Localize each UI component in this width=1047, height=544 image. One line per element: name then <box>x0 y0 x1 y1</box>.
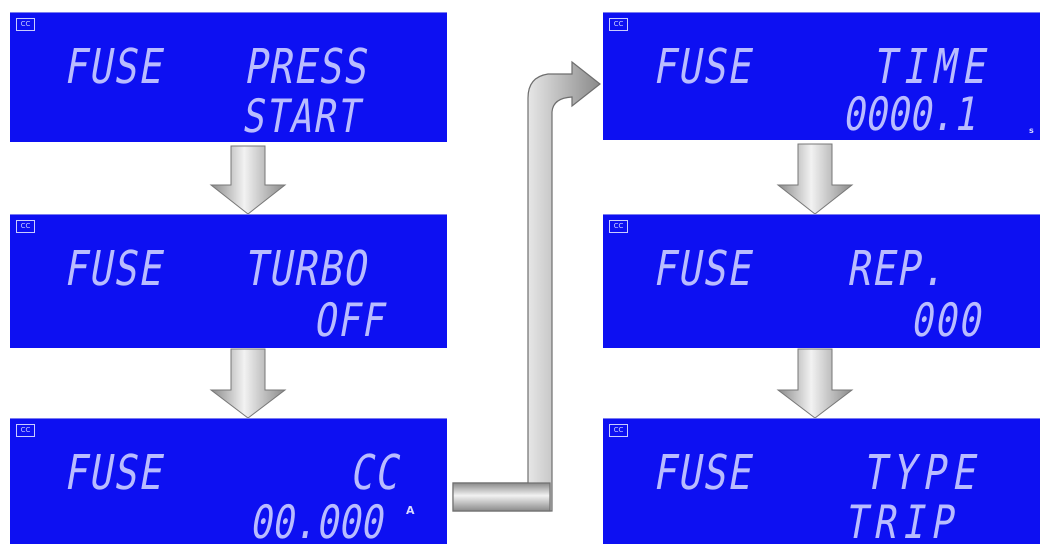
unit-label: A <box>406 504 415 517</box>
down-arrow-4 <box>776 348 854 419</box>
line1-text: TURBO <box>241 241 375 297</box>
mode-text: FUSE <box>650 241 760 297</box>
lcd-panel-type: CC FUSE TYPE TRIP <box>603 418 1040 544</box>
cc-badge: CC <box>16 424 35 437</box>
connector-arrow <box>452 60 601 512</box>
cc-badge: CC <box>16 220 35 233</box>
mode-text: FUSE <box>650 445 760 501</box>
line2-text: START <box>239 89 368 142</box>
line1-text: TYPE <box>860 445 989 501</box>
connector-arrow-foot <box>452 482 551 512</box>
cc-badge: CC <box>609 18 628 31</box>
cc-badge: CC <box>16 18 35 31</box>
mode-text: FUSE <box>61 39 171 95</box>
lcd-panel-cc: CC FUSE CC 00.000 A <box>10 418 447 544</box>
unit-label: s <box>1029 126 1034 135</box>
down-arrow-1 <box>209 145 287 215</box>
down-arrow-3 <box>776 143 854 215</box>
line2-text: TRIP <box>842 495 967 544</box>
down-arrow-2 <box>209 348 287 419</box>
mode-text: FUSE <box>61 241 171 297</box>
lcd-panel-time: CC FUSE TIME 0000.1 s <box>603 12 1040 140</box>
line2-text: 0000.1 <box>840 87 983 140</box>
lcd-panel-rep: CC FUSE REP. 000 <box>603 214 1040 348</box>
lcd-panel-turbo: CC FUSE TURBO OFF <box>10 214 447 348</box>
line2-text: 000 <box>908 293 990 347</box>
cc-badge: CC <box>609 220 628 233</box>
cc-badge: CC <box>609 424 628 437</box>
line2-text: OFF <box>311 293 393 347</box>
line2-text: 00.000 <box>247 495 390 544</box>
mode-text: FUSE <box>61 445 171 501</box>
line1-text: TIME <box>870 39 999 95</box>
line1-text: PRESS <box>241 39 375 95</box>
mode-text: FUSE <box>650 39 760 95</box>
line1-text: CC <box>347 445 407 501</box>
line1-text: REP. <box>844 241 954 297</box>
lcd-panel-press-start: CC FUSE PRESS START <box>10 12 447 142</box>
